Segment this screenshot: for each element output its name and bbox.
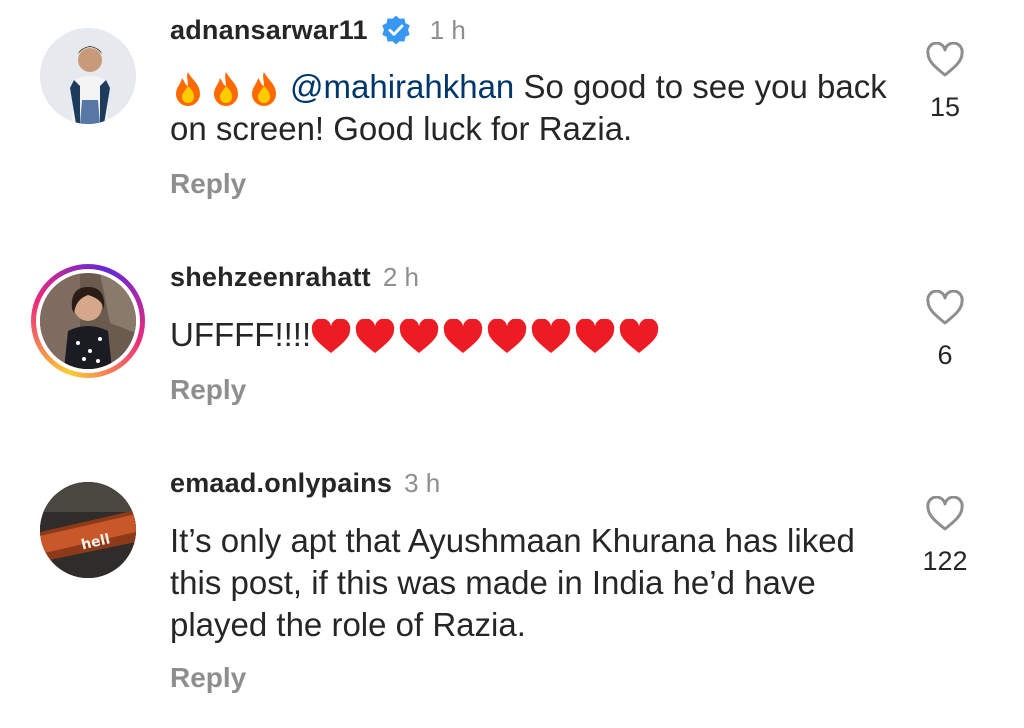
like-count: 6 (937, 340, 953, 370)
comment-body: UFFFF!!!! (170, 316, 312, 353)
fire-icon (252, 72, 276, 107)
mention-link[interactable]: @mahirahkhan (290, 68, 514, 105)
heart-outline-icon (926, 290, 964, 325)
like-button[interactable]: 122 (905, 496, 985, 577)
story-ring[interactable] (31, 264, 145, 378)
heart-outline-icon (926, 42, 964, 77)
red-heart-icon (443, 319, 483, 354)
like-count: 122 (922, 546, 968, 576)
comment-header: adnansarwar11 1 h (170, 14, 466, 46)
timestamp: 3 h (404, 468, 441, 498)
reply-button[interactable]: Reply (170, 374, 246, 406)
username[interactable]: emaad.onlypains (170, 468, 392, 499)
comment-text: It’s only apt that Ayushmaan Khurana has… (170, 522, 855, 643)
timestamp: 2 h (382, 262, 420, 292)
red-heart-icon (487, 319, 527, 354)
red-heart-icon (619, 319, 659, 354)
avatar[interactable]: hell (40, 482, 136, 578)
comment-text: @mahirahkhan So good to see you back on … (170, 66, 890, 150)
person-avatar-icon (40, 273, 136, 369)
red-heart-icon (355, 319, 395, 354)
fire-emoji-group (170, 70, 282, 108)
avatar[interactable] (40, 273, 136, 369)
comment-header: emaad.onlypains 3 h (170, 468, 440, 499)
verified-badge-icon (381, 15, 410, 45)
username[interactable]: adnansarwar11 (170, 15, 368, 46)
sign-avatar-icon: hell (40, 482, 136, 578)
fire-icon (176, 72, 200, 107)
fire-icon (214, 72, 238, 107)
red-heart-icon (399, 319, 439, 354)
red-heart-icon (531, 319, 571, 354)
comment-text: UFFFF!!!! (170, 314, 890, 356)
like-button[interactable]: 15 (905, 42, 985, 123)
reply-button[interactable]: Reply (170, 168, 246, 200)
timestamp: 1 h (429, 14, 466, 45)
person-avatar-icon (40, 28, 136, 124)
like-button[interactable]: 6 (905, 290, 985, 371)
comment-header: shehzeenrahatt 2 h (170, 262, 419, 293)
avatar[interactable] (40, 28, 136, 124)
like-count: 15 (929, 92, 961, 122)
username[interactable]: shehzeenrahatt (170, 262, 371, 293)
red-heart-icon (311, 319, 351, 354)
heart-emoji-group (311, 319, 659, 355)
reply-button[interactable]: Reply (170, 662, 246, 694)
heart-outline-icon (926, 496, 964, 531)
red-heart-icon (575, 319, 615, 354)
